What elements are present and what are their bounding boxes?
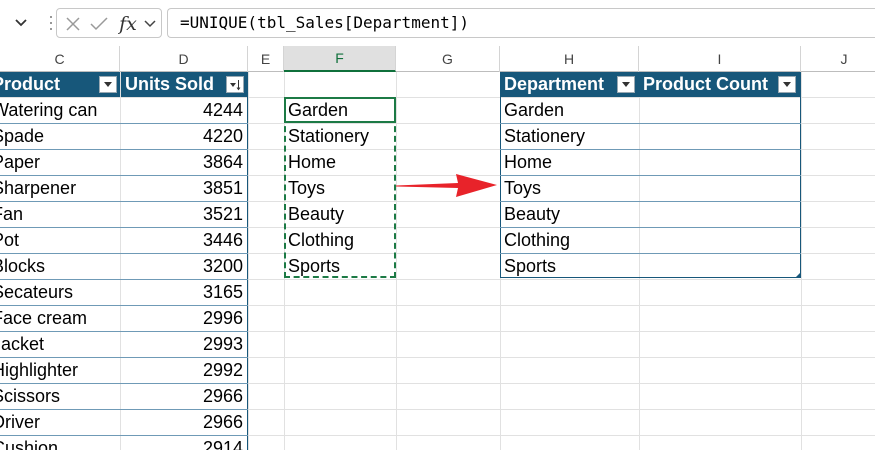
sort-descending-icon (230, 79, 241, 90)
department-cell[interactable]: Home (504, 149, 637, 175)
header-label: Product (0, 74, 61, 94)
product-cell[interactable]: Spade (0, 123, 120, 149)
table-header-units-sold[interactable]: Units Sold (121, 72, 248, 97)
product-cell[interactable]: Watering can (0, 97, 120, 123)
active-cell[interactable] (284, 97, 396, 123)
red-arrow (396, 174, 497, 197)
product-cell[interactable]: Jacket (0, 331, 120, 357)
product-cell[interactable]: Highlighter (0, 357, 120, 383)
column-header-j[interactable]: J (801, 46, 875, 72)
product-cell[interactable]: Cushion (0, 435, 120, 450)
product-cell[interactable]: Sharpener (0, 175, 120, 201)
units-sold-cell[interactable]: 2914 (121, 435, 247, 450)
units-sold-cell[interactable]: 4244 (121, 97, 247, 123)
units-sold-cell[interactable]: 2966 (121, 383, 247, 409)
sort-filter-button[interactable] (226, 76, 244, 93)
units-sold-cell[interactable]: 3851 (121, 175, 247, 201)
units-sold-cell[interactable]: 3446 (121, 227, 247, 253)
insert-function-button[interactable]: fx (115, 13, 141, 35)
units-sold-cell[interactable]: 4220 (121, 123, 247, 149)
units-sold-cell[interactable]: 2992 (121, 357, 247, 383)
chevron-down-icon (144, 20, 156, 28)
product-cell[interactable]: Pot (0, 227, 120, 253)
table-header-product[interactable]: Product (0, 72, 120, 97)
units-sold-cell[interactable]: 3521 (121, 201, 247, 227)
department-cell[interactable]: Toys (504, 175, 637, 201)
product-cell[interactable]: Fan (0, 201, 120, 227)
column-header-f[interactable]: F (284, 46, 396, 72)
dropdown-arrow-icon (104, 82, 112, 87)
product-cell[interactable]: Paper (0, 149, 120, 175)
units-sold-cell[interactable]: 3200 (121, 253, 247, 279)
function-menu-button[interactable] (141, 13, 159, 35)
column-header-bar: C D E F G H I J (0, 46, 875, 72)
header-label: Product Count (643, 74, 768, 94)
chevron-down-icon (15, 19, 27, 27)
close-icon (66, 17, 80, 31)
units-sold-cell[interactable]: 2966 (121, 409, 247, 435)
dropdown-arrow-icon (622, 82, 630, 87)
enter-button[interactable] (87, 13, 111, 35)
copy-marquee (284, 97, 396, 278)
department-cell[interactable]: Clothing (504, 227, 637, 253)
name-box-dropdown[interactable] (0, 8, 42, 38)
department-cell[interactable]: Beauty (504, 201, 637, 227)
department-cell[interactable]: Garden (504, 97, 637, 123)
table-header-product-count[interactable]: Product Count (639, 72, 801, 97)
column-header-d[interactable]: D (120, 46, 248, 72)
cancel-button[interactable] (61, 13, 85, 35)
table-resize-handle[interactable] (795, 273, 800, 278)
column-header-g[interactable]: G (396, 46, 500, 72)
filter-button[interactable] (617, 76, 635, 93)
formula-bar-grip[interactable] (50, 12, 52, 34)
product-cell[interactable]: Driver (0, 409, 120, 435)
units-sold-cell[interactable]: 3165 (121, 279, 247, 305)
filter-button[interactable] (99, 76, 117, 93)
dropdown-arrow-icon (783, 82, 791, 87)
formula-bar: fx =UNIQUE(tbl_Sales[Department]) (0, 0, 875, 46)
column-header-h[interactable]: H (500, 46, 639, 72)
formula-input[interactable]: =UNIQUE(tbl_Sales[Department]) (167, 8, 875, 38)
header-label: Department (504, 74, 605, 94)
department-cell[interactable]: Sports (504, 253, 637, 279)
table-header-department[interactable]: Department (500, 72, 639, 97)
check-icon (90, 17, 108, 31)
formula-buttons: fx (56, 8, 162, 38)
units-sold-cell[interactable]: 2996 (121, 305, 247, 331)
units-sold-cell[interactable]: 3864 (121, 149, 247, 175)
product-cell[interactable]: Secateurs (0, 279, 120, 305)
department-cell[interactable]: Stationery (504, 123, 637, 149)
column-header-e[interactable]: E (248, 46, 284, 72)
column-header-i[interactable]: I (639, 46, 801, 72)
header-label: Units Sold (125, 74, 214, 94)
column-header-c[interactable]: C (0, 46, 120, 72)
product-cell[interactable]: Scissors (0, 383, 120, 409)
filter-button[interactable] (778, 76, 796, 93)
worksheet-grid[interactable]: Product Units Sold Watering can4244Spade… (0, 72, 875, 450)
product-cell[interactable]: Face cream (0, 305, 120, 331)
product-cell[interactable]: Blocks (0, 253, 120, 279)
units-sold-cell[interactable]: 2993 (121, 331, 247, 357)
